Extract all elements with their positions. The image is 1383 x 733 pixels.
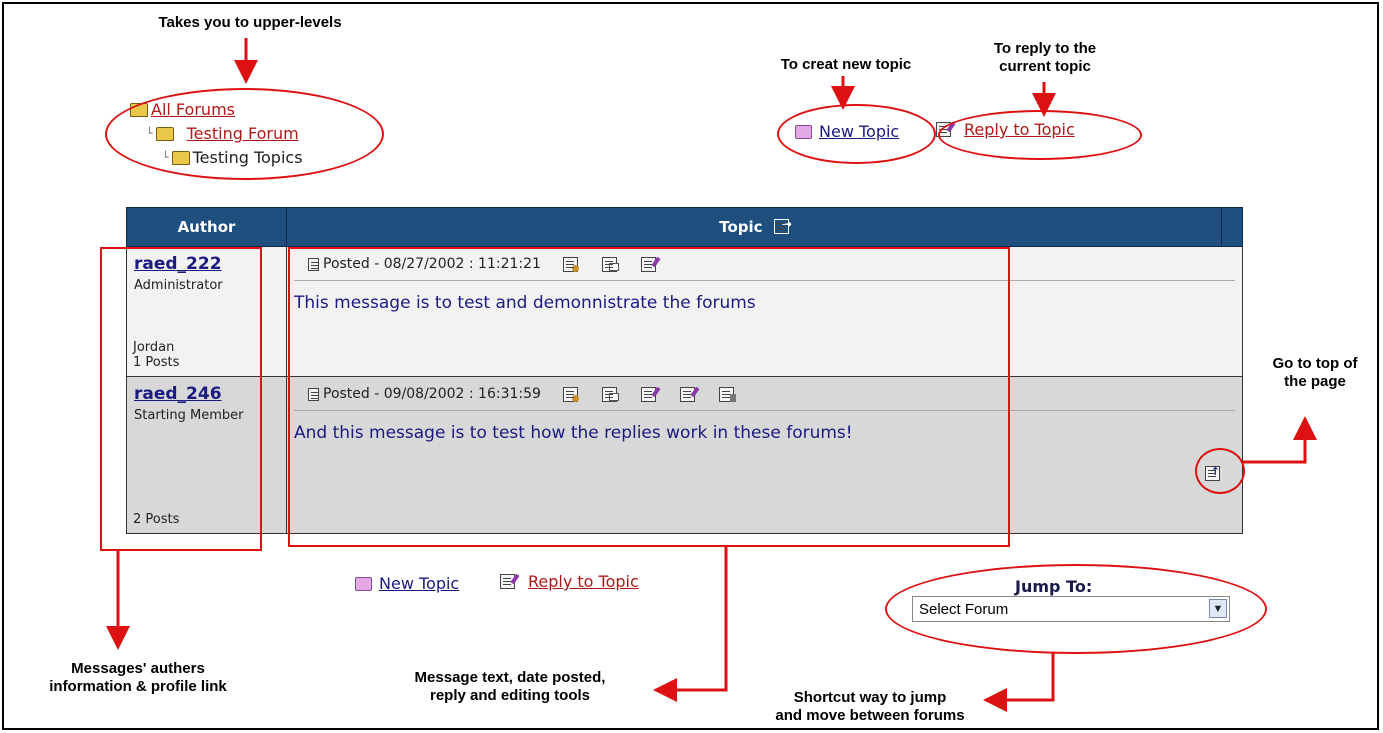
annotation-reply-line1: To reply to the: [993, 40, 1097, 57]
author-column-header: Author: [126, 207, 287, 247]
reply-to-topic-link[interactable]: Reply to Topic: [528, 572, 639, 591]
annotation-reply: To reply to the current topic: [950, 40, 1140, 76]
topic-column-header: Topic: [286, 207, 1222, 247]
next-topic-icon[interactable]: [773, 217, 792, 234]
bottom-new-topic[interactable]: New Topic: [355, 574, 459, 593]
bottom-reply-topic[interactable]: Reply to Topic: [500, 572, 639, 591]
highlight-messages: [288, 247, 1010, 547]
annotation-go-top-line1: Go to top of: [1272, 355, 1358, 372]
annotation-go-top-line2: the page: [1284, 373, 1346, 390]
annotation-upper-levels: Takes you to upper-levels: [158, 14, 342, 31]
annotation-authors-line2: information & profile link: [49, 678, 227, 695]
annotation-reply-line2: current topic: [999, 58, 1091, 75]
highlight-jump: [885, 564, 1267, 654]
annotation-authors: Messages' authers information & profile …: [8, 660, 268, 696]
highlight-reply: [938, 110, 1142, 160]
annotation-message-line2: reply and editing tools: [429, 687, 590, 704]
highlight-authors: [100, 247, 262, 551]
highlight-new-topic: [777, 104, 936, 164]
annotation-go-top: Go to top of the page: [1250, 355, 1380, 391]
new-topic-folder-icon: [355, 576, 372, 591]
header-spacer: [1221, 207, 1243, 247]
annotation-new-topic: To creat new topic: [780, 56, 912, 73]
annotation-message-line1: Message text, date posted,: [414, 669, 606, 686]
highlight-breadcrumb: [105, 88, 384, 180]
annotation-message: Message text, date posted, reply and edi…: [370, 669, 650, 705]
annotation-jump-line2: and move between forums: [775, 707, 965, 724]
annotation-jump: Shortcut way to jump and move between fo…: [730, 689, 1010, 725]
new-topic-link[interactable]: New Topic: [379, 574, 459, 593]
highlight-go-top: [1195, 448, 1245, 494]
annotation-authors-line1: Messages' authers: [71, 660, 205, 677]
topic-header-label: Topic: [719, 218, 763, 236]
annotation-jump-line1: Shortcut way to jump: [793, 689, 947, 706]
reply-icon: [500, 574, 515, 589]
